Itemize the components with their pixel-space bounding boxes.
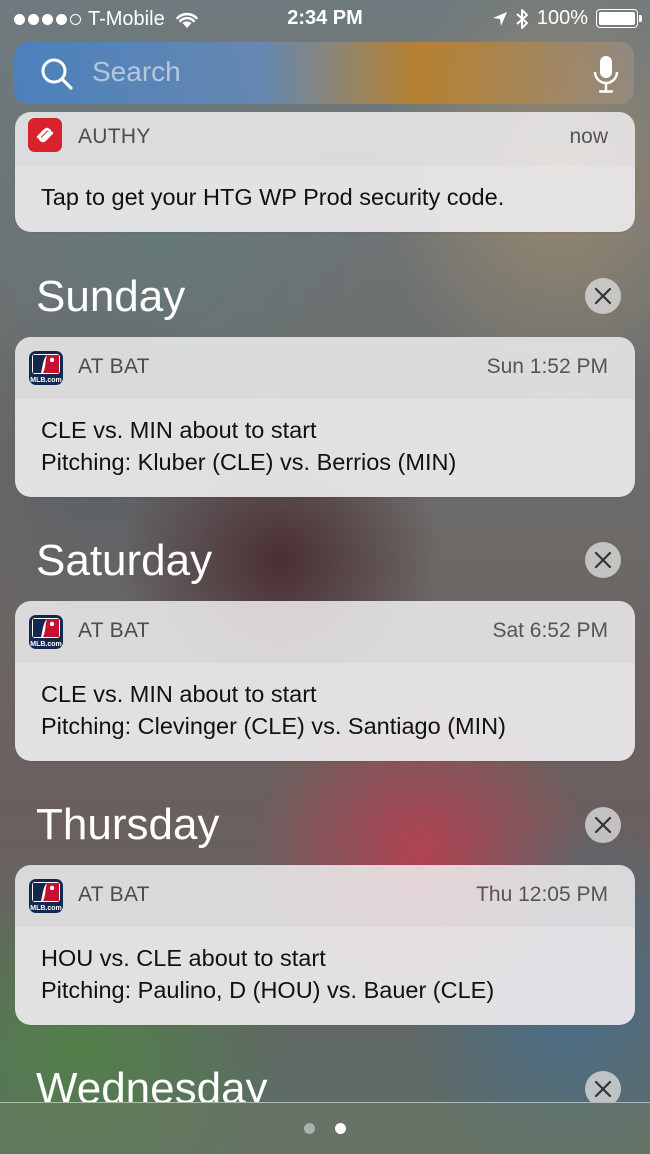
section-heading-sunday: Sunday xyxy=(36,272,186,321)
notification-body: Tap to get your HTG WP Prod security cod… xyxy=(15,166,635,232)
section-heading-wednesday: Wednesday xyxy=(36,1064,268,1102)
app-name: AT BAT xyxy=(78,355,150,378)
notification-header: MLB.com AT BAT Sat 6:52 PM xyxy=(15,601,635,663)
notification-text: CLE vs. MIN about to start xyxy=(41,417,317,443)
search-bar[interactable]: Search xyxy=(14,42,634,104)
notification-body: CLE vs. MIN about to start Pitching: Cle… xyxy=(15,663,635,761)
svg-text:MLB.com: MLB.com xyxy=(30,641,62,648)
svg-text:MLB.com: MLB.com xyxy=(30,377,62,384)
page-indicator[interactable] xyxy=(0,1102,650,1154)
notification-at-bat-saturday[interactable]: MLB.com AT BAT Sat 6:52 PM CLE vs. MIN a… xyxy=(15,601,635,761)
mlb-icon: MLB.com xyxy=(29,879,63,913)
notification-time: Sat 6:52 PM xyxy=(492,619,608,642)
clear-wednesday-button[interactable] xyxy=(585,1071,621,1102)
app-name: AT BAT xyxy=(78,619,150,642)
notification-text: Tap to get your HTG WP Prod security cod… xyxy=(41,184,505,210)
notification-text: Pitching: Kluber (CLE) vs. Berrios (MIN) xyxy=(41,449,457,475)
notification-at-bat-sunday[interactable]: MLB.com AT BAT Sun 1:52 PM CLE vs. MIN a… xyxy=(15,337,635,497)
notification-time: now xyxy=(569,125,608,148)
search-input[interactable]: Search xyxy=(92,56,181,88)
notification-body: CLE vs. MIN about to start Pitching: Klu… xyxy=(15,399,635,497)
svg-text:MLB.com: MLB.com xyxy=(30,905,62,912)
notification-text: CLE vs. MIN about to start xyxy=(41,681,317,707)
notification-text: HOU vs. CLE about to start xyxy=(41,945,326,971)
battery-icon xyxy=(596,9,642,28)
close-icon xyxy=(594,816,612,834)
close-icon xyxy=(594,287,612,305)
app-name: AT BAT xyxy=(78,883,150,906)
clear-saturday-button[interactable] xyxy=(585,542,621,578)
notification-header: AUTHY now xyxy=(15,112,635,166)
section-heading-saturday: Saturday xyxy=(36,536,213,585)
authy-icon xyxy=(28,118,62,152)
notification-at-bat-thursday[interactable]: MLB.com AT BAT Thu 12:05 PM HOU vs. CLE … xyxy=(15,865,635,1025)
battery-percentage: 100% xyxy=(536,7,588,29)
location-arrow-icon xyxy=(492,11,507,26)
page-dot-2[interactable] xyxy=(335,1123,346,1134)
notification-text: Pitching: Paulino, D (HOU) vs. Bauer (CL… xyxy=(41,977,495,1003)
section-heading-thursday: Thursday xyxy=(36,800,220,849)
clear-sunday-button[interactable] xyxy=(585,278,621,314)
page-dot-1[interactable] xyxy=(304,1123,315,1134)
notification-center: T-Mobile 2:34 PM 100% Search AUTHY now T… xyxy=(0,0,650,1102)
clear-thursday-button[interactable] xyxy=(585,807,621,843)
app-name: AUTHY xyxy=(78,125,151,148)
status-bar: T-Mobile 2:34 PM 100% xyxy=(0,0,650,38)
bluetooth-icon xyxy=(516,8,528,29)
battery-level xyxy=(599,12,635,25)
mlb-icon: MLB.com xyxy=(29,351,63,385)
notification-header: MLB.com AT BAT Thu 12:05 PM xyxy=(15,865,635,927)
notification-body: HOU vs. CLE about to start Pitching: Pau… xyxy=(15,927,635,1025)
notification-time: Thu 12:05 PM xyxy=(476,883,608,906)
notification-text: Pitching: Clevinger (CLE) vs. Santiago (… xyxy=(41,713,506,739)
notification-authy[interactable]: AUTHY now Tap to get your HTG WP Prod se… xyxy=(15,112,635,232)
notification-header: MLB.com AT BAT Sun 1:52 PM xyxy=(15,337,635,399)
close-icon xyxy=(594,551,612,569)
mlb-icon: MLB.com xyxy=(29,615,63,649)
search-icon xyxy=(41,58,73,90)
close-icon xyxy=(594,1080,612,1098)
microphone-icon[interactable] xyxy=(592,54,620,94)
notification-time: Sun 1:52 PM xyxy=(486,355,608,378)
